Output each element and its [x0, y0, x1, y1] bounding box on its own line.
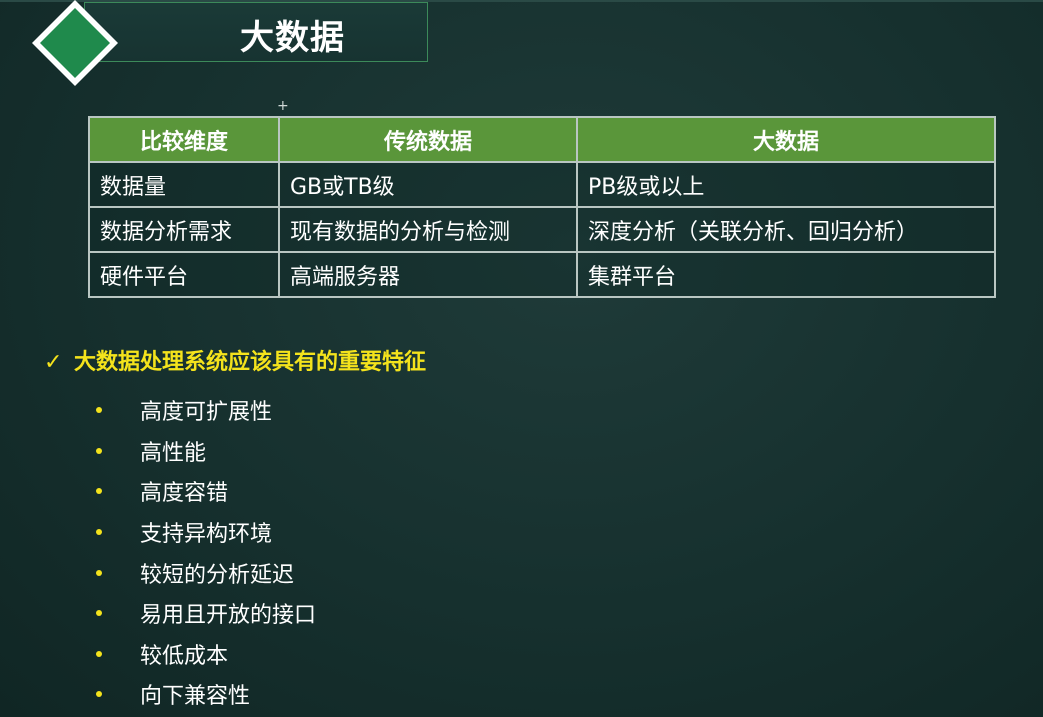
- cursor-crosshair-icon: +: [277, 98, 289, 114]
- comparison-table: 比较维度 传统数据 大数据 数据量 GB或TB级 PB级或以上 数据分析需求 现…: [88, 116, 996, 298]
- feature-list: 高度可扩展性 高性能 高度容错 支持异构环境 较短的分析延迟 易用且开放的接口 …: [94, 390, 316, 715]
- table-cell: 硬件平台: [88, 251, 280, 298]
- table-row: 数据量 GB或TB级 PB级或以上: [88, 161, 996, 208]
- list-item: 高性能: [94, 431, 316, 472]
- diamond-logo-icon: [28, 0, 122, 90]
- table-header-cell: 传统数据: [278, 116, 578, 163]
- list-item: 较低成本: [94, 634, 316, 675]
- list-item-text: 较低成本: [140, 643, 229, 669]
- table-header-cell: 比较维度: [88, 116, 280, 163]
- list-item-text: 高性能: [140, 440, 207, 466]
- bullet-icon: [96, 569, 102, 576]
- table-cell: 数据量: [88, 161, 280, 208]
- list-item-text: 支持异构环境: [140, 522, 273, 548]
- list-item: 高度容错: [94, 471, 316, 512]
- slide-title: 大数据: [240, 18, 345, 58]
- list-item: 向下兼容性: [94, 674, 316, 715]
- bullet-icon: [96, 529, 102, 536]
- list-item-text: 向下兼容性: [140, 684, 251, 710]
- bullet-icon: [96, 447, 102, 454]
- table-cell: 深度分析（关联分析、回归分析）: [576, 206, 996, 253]
- table-cell: 高端服务器: [278, 251, 578, 298]
- table-row: 数据分析需求 现有数据的分析与检测 深度分析（关联分析、回归分析）: [88, 206, 996, 253]
- list-item-text: 较短的分析延迟: [140, 562, 295, 588]
- table-cell: PB级或以上: [576, 161, 996, 208]
- list-item-text: 易用且开放的接口: [140, 603, 317, 629]
- table-header-row: 比较维度 传统数据 大数据: [88, 116, 996, 163]
- list-item-text: 高度容错: [140, 481, 229, 507]
- features-heading-text: 大数据处理系统应该具有的重要特征: [74, 350, 427, 375]
- list-item: 支持异构环境: [94, 512, 316, 553]
- bullet-icon: [96, 407, 102, 414]
- table-cell: 现有数据的分析与检测: [278, 206, 578, 253]
- features-heading: ✓ 大数据处理系统应该具有的重要特征: [44, 344, 426, 376]
- table-header-cell: 大数据: [576, 116, 996, 163]
- list-item: 易用且开放的接口: [94, 593, 316, 634]
- table-cell: 集群平台: [576, 251, 996, 298]
- bullet-icon: [96, 650, 102, 657]
- checkmark-icon: ✓: [44, 350, 63, 375]
- table-row: 硬件平台 高端服务器 集群平台: [88, 251, 996, 298]
- list-item: 较短的分析延迟: [94, 552, 316, 593]
- bullet-icon: [96, 610, 102, 617]
- table-cell: GB或TB级: [278, 161, 578, 208]
- bullet-icon: [96, 488, 102, 495]
- list-item: 高度可扩展性: [94, 390, 316, 431]
- table-cell: 数据分析需求: [88, 206, 280, 253]
- list-item-text: 高度可扩展性: [140, 400, 273, 426]
- bullet-icon: [96, 691, 102, 698]
